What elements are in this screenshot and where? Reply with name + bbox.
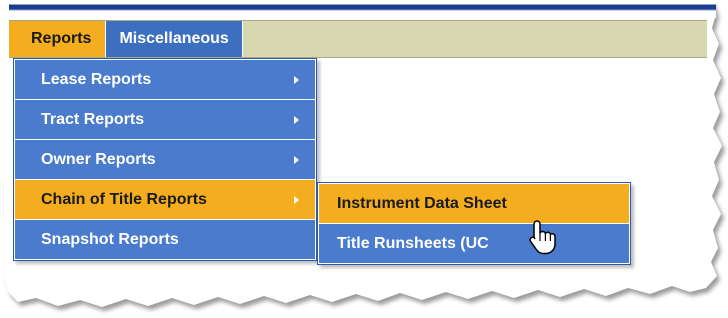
submenu-item-label: Title Runsheets (UC [337, 234, 489, 252]
menu-item-label: Chain of Title Reports [41, 190, 207, 208]
menu-item-label: Snapshot Reports [41, 230, 179, 248]
chain-of-title-submenu: Instrument Data Sheet Title Runsheets (U… [317, 182, 631, 265]
submenu-arrow-icon [294, 75, 299, 84]
menu-item-snapshot-reports[interactable]: Snapshot Reports [15, 220, 315, 259]
menubar: Reports Miscellaneous [9, 20, 707, 58]
menubar-reports[interactable]: Reports [9, 21, 107, 57]
submenu-item-title-runsheets[interactable]: Title Runsheets (UC [319, 224, 629, 263]
submenu-item-instrument-data-sheet[interactable]: Instrument Data Sheet [319, 184, 629, 223]
menu-item-label: Tract Reports [41, 110, 145, 128]
menubar-miscellaneous-label: Miscellaneous [119, 30, 229, 47]
menu-item-lease-reports[interactable]: Lease Reports [15, 60, 315, 99]
submenu-item-label: Instrument Data Sheet [337, 194, 507, 212]
menubar-reports-label: Reports [31, 30, 92, 47]
submenu-arrow-icon [294, 155, 299, 164]
screenshot-stage: Reports Miscellaneous Lease Reports Trac… [0, 0, 728, 318]
menu-item-tract-reports[interactable]: Tract Reports [15, 100, 315, 139]
window-top-stripe [9, 0, 716, 18]
menu-item-chain-of-title-reports[interactable]: Chain of Title Reports [15, 180, 315, 219]
submenu-arrow-icon [294, 195, 299, 204]
menubar-miscellaneous[interactable]: Miscellaneous [106, 21, 243, 57]
menu-item-label: Owner Reports [41, 150, 156, 168]
submenu-arrow-icon [294, 115, 299, 124]
hand-pointer-icon [529, 220, 556, 255]
reports-dropdown-menu: Lease Reports Tract Reports Owner Report… [13, 58, 317, 261]
menu-item-owner-reports[interactable]: Owner Reports [15, 140, 315, 179]
menu-item-label: Lease Reports [41, 70, 152, 88]
